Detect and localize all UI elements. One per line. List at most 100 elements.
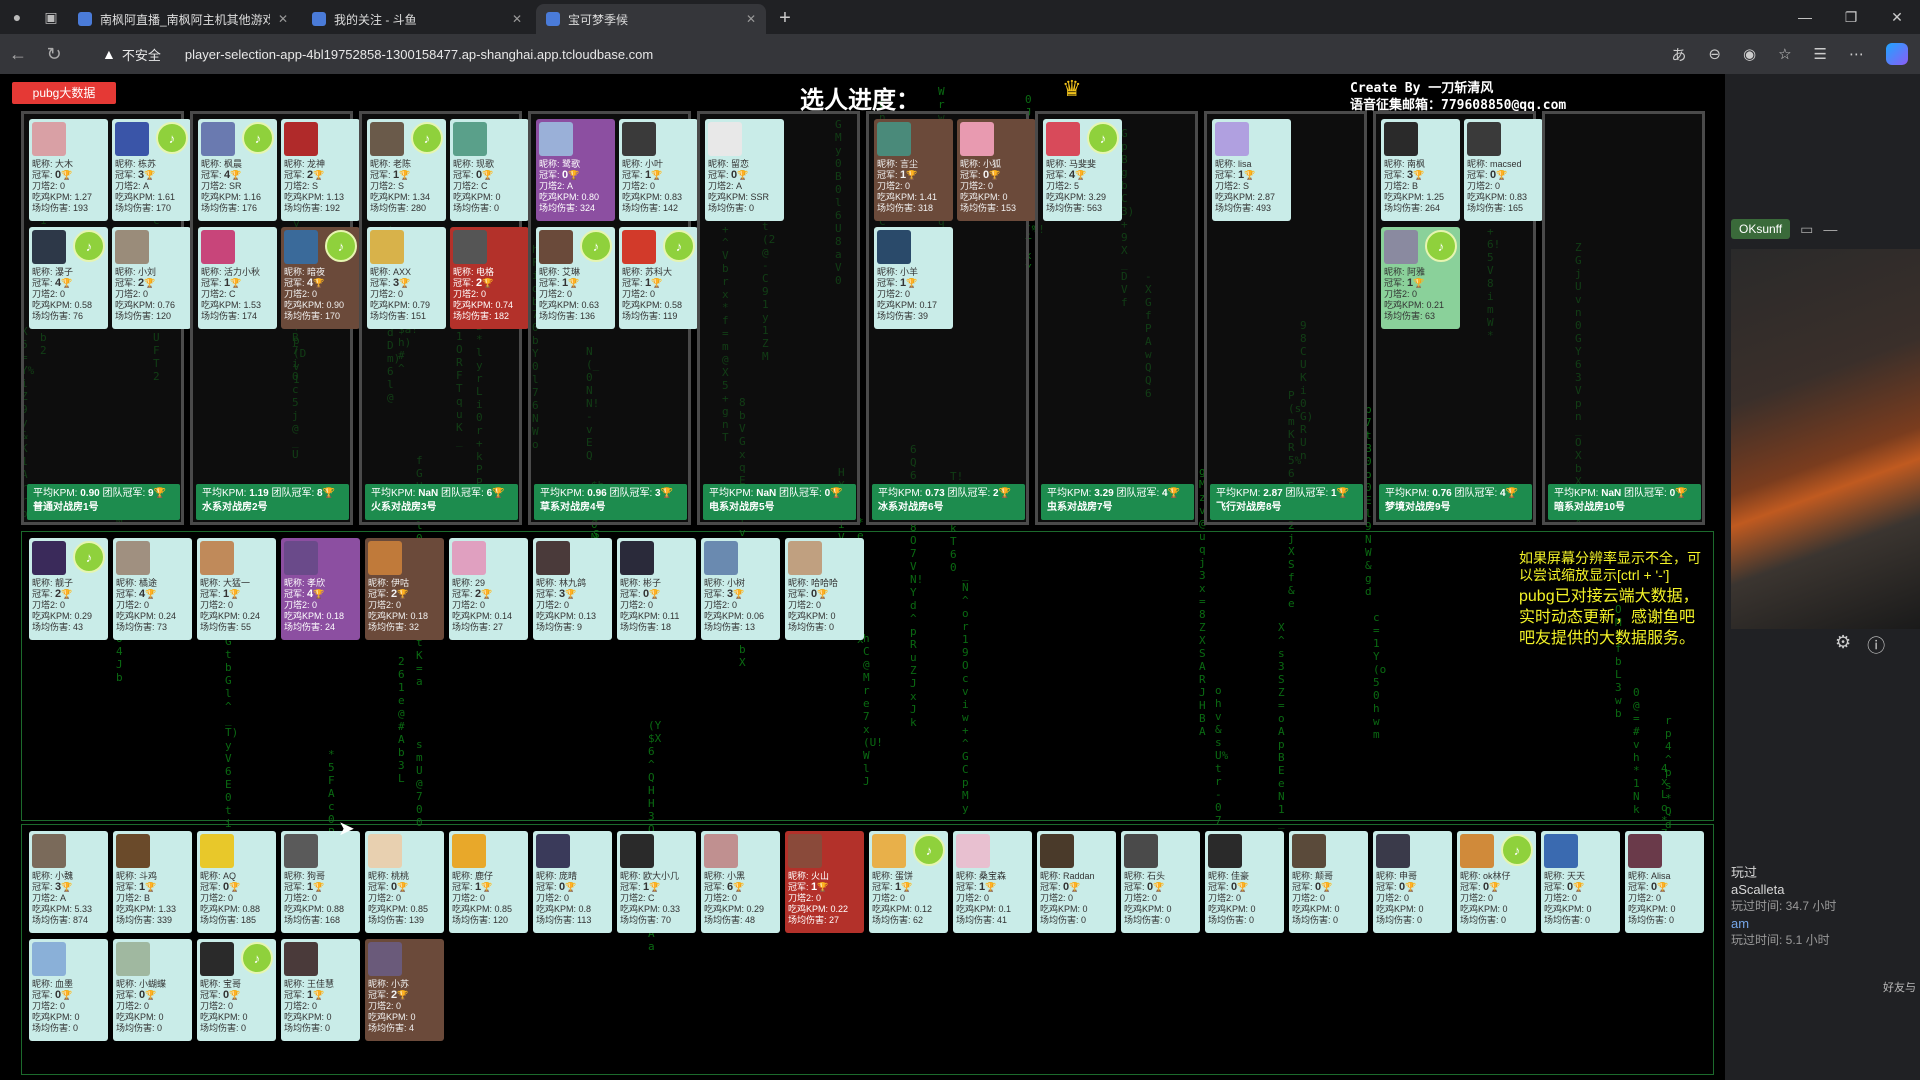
team-room[interactable]: ♪ 昵称: 马斐斐 冠军: 4🏆 刀塔2: 5 吃鸡KPM: 3.29 场均伤害: 563…: [1035, 111, 1198, 525]
tab-0[interactable]: 南枫阿直播_南枫阿主机其他游戏 ✕: [68, 4, 298, 34]
player-card[interactable]: 昵称: lisa 冠军: 1🏆 刀塔2: S 吃鸡KPM: 2.87 场均伤害: 493: [1212, 119, 1291, 221]
player-card[interactable]: 昵称: 鹭歌 冠军: 0🏆 刀塔2: A 吃鸡KPM: 0.80 场均伤害: 324: [536, 119, 615, 221]
team-room[interactable]: 平均KPM: NaN 团队冠军: 0🏆 暗系对战房10号: [1542, 111, 1705, 525]
security-indicator[interactable]: ▲ 不安全: [102, 45, 161, 64]
side-friends-label[interactable]: 好友与: [1883, 979, 1916, 995]
minimize-side-icon[interactable]: —: [1823, 221, 1837, 237]
player-card[interactable]: ♪ 昵称: 靓子 冠军: 2🏆 刀塔2: 0 吃鸡KPM: 0.29 场均伤害: 43: [29, 538, 108, 640]
player-card[interactable]: 昵称: AQ 冠军: 0🏆 刀塔2: 0 吃鸡KPM: 0.88 场均伤害: 185: [197, 831, 276, 933]
minimize-icon[interactable]: —: [1782, 0, 1828, 34]
player-card[interactable]: 昵称: 申哥 冠军: 0🏆 刀塔2: 0 吃鸡KPM: 0 场均伤害: 0: [1373, 831, 1452, 933]
player-card[interactable]: ♪ 昵称: ok林仔 冠军: 0🏆 刀塔2: 0 吃鸡KPM: 0 场均伤害: 0: [1457, 831, 1536, 933]
side-friend-name[interactable]: am: [1731, 915, 1836, 932]
player-card[interactable]: 昵称: 橘途 冠军: 4🏆 刀塔2: 0 吃鸡KPM: 0.24 场均伤害: 73: [113, 538, 192, 640]
maximize-icon[interactable]: ❐: [1828, 0, 1874, 34]
player-card[interactable]: 昵称: 王佳慧 冠军: 1🏆 刀塔2: 0 吃鸡KPM: 0 场均伤害: 0: [281, 939, 360, 1041]
close-icon[interactable]: ✕: [512, 12, 522, 26]
refresh-icon[interactable]: ↻: [36, 36, 72, 72]
player-card[interactable]: 昵称: 小树 冠军: 3🏆 刀塔2: 0 吃鸡KPM: 0.06 场均伤害: 13: [701, 538, 780, 640]
team-room[interactable]: 昵称: 大木 冠军: 0🏆 刀塔2: 0 吃鸡KPM: 1.27 场均伤害: 193 ♪ 昵…: [21, 111, 191, 525]
team-room[interactable]: 昵称: lisa 冠军: 1🏆 刀塔2: S 吃鸡KPM: 2.87 场均伤害: 493…: [1204, 111, 1367, 525]
profile-icon[interactable]: ●: [0, 0, 34, 34]
player-card[interactable]: 昵称: 29 冠军: 2🏆 刀塔2: 0 吃鸡KPM: 0.14 场均伤害: 27: [449, 538, 528, 640]
player-card[interactable]: 昵称: 言尘 冠军: 1🏆 刀塔2: 0 吃鸡KPM: 1.41 场均伤害: 318: [874, 119, 953, 221]
player-card[interactable]: 昵称: 大猛一 冠军: 1🏆 刀塔2: 0 吃鸡KPM: 0.24 场均伤害: 55: [197, 538, 276, 640]
speaker-icon[interactable]: ♪: [156, 122, 188, 154]
player-card[interactable]: 昵称: 天天 冠军: 0🏆 刀塔2: 0 吃鸡KPM: 0 场均伤害: 0: [1541, 831, 1620, 933]
player-card[interactable]: 昵称: 伊咕 冠军: 2🏆 刀塔2: 0 吃鸡KPM: 0.18 场均伤害: 32: [365, 538, 444, 640]
speaker-icon[interactable]: ♪: [580, 230, 612, 262]
back-arrow-icon[interactable]: ←: [0, 36, 36, 72]
player-card[interactable]: ♪ 昵称: 阿雅 冠军: 1🏆 刀塔2: 0 吃鸡KPM: 0.21 场均伤害: 63: [1381, 227, 1460, 329]
player-card[interactable]: 昵称: 大木 冠军: 0🏆 刀塔2: 0 吃鸡KPM: 1.27 场均伤害: 193: [29, 119, 108, 221]
speaker-icon[interactable]: ♪: [73, 230, 105, 262]
player-card[interactable]: 昵称: 斗鸡 冠军: 1🏆 刀塔2: B 吃鸡KPM: 1.33 场均伤害: 339: [113, 831, 192, 933]
speaker-icon[interactable]: ♪: [1501, 834, 1533, 866]
close-icon[interactable]: ✕: [746, 12, 756, 26]
info-icon[interactable]: ⓘ: [1867, 632, 1885, 658]
star-icon[interactable]: ☆: [1778, 45, 1791, 63]
player-card[interactable]: 昵称: 小苏 冠军: 2🏆 刀塔2: 0 吃鸡KPM: 0 场均伤害: 4: [365, 939, 444, 1041]
player-card[interactable]: 昵称: 电格 冠军: 2🏆 刀塔2: 0 吃鸡KPM: 0.74 场均伤害: 182: [450, 227, 529, 329]
player-card[interactable]: 昵称: 小刘 冠军: 2🏆 刀塔2: 0 吃鸡KPM: 0.76 场均伤害: 120: [112, 227, 191, 329]
player-card[interactable]: 昵称: 林九鸽 冠军: 3🏆 刀塔2: 0 吃鸡KPM: 0.13 场均伤害: 9: [533, 538, 612, 640]
zoom-icon[interactable]: ⊖: [1708, 45, 1721, 63]
player-card[interactable]: 昵称: 哈哈哈 冠军: 0🏆 刀塔2: 0 吃鸡KPM: 0 场均伤害: 0: [785, 538, 864, 640]
player-card[interactable]: 昵称: Alisa 冠军: 0🏆 刀塔2: 0 吃鸡KPM: 0 场均伤害: 0: [1625, 831, 1704, 933]
player-card[interactable]: ♪ 昵称: 瀑子 冠军: 4🏆 刀塔2: 0 吃鸡KPM: 0.58 场均伤害: 76: [29, 227, 108, 329]
player-card[interactable]: 昵称: 血墨 冠军: 0🏆 刀塔2: 0 吃鸡KPM: 0 场均伤害: 0: [29, 939, 108, 1041]
close-window-icon[interactable]: ✕: [1874, 0, 1920, 34]
pubg-bigdata-button[interactable]: pubg大数据: [12, 82, 116, 104]
speaker-icon[interactable]: ♪: [663, 230, 695, 262]
player-card[interactable]: 昵称: 石头 冠军: 0🏆 刀塔2: 0 吃鸡KPM: 0 场均伤害: 0: [1121, 831, 1200, 933]
player-card[interactable]: 昵称: 现歌 冠军: 0🏆 刀塔2: C 吃鸡KPM: 0 场均伤害: 0: [450, 119, 529, 221]
translate-icon[interactable]: あ: [1671, 44, 1686, 65]
player-card[interactable]: 昵称: 颠哥 冠军: 0🏆 刀塔2: 0 吃鸡KPM: 0 场均伤害: 0: [1289, 831, 1368, 933]
player-card[interactable]: ♪ 昵称: 栋苏 冠军: 3🏆 刀塔2: A 吃鸡KPM: 1.61 场均伤害: 170: [112, 119, 191, 221]
player-card[interactable]: ♪ 昵称: 蛋饼 冠军: 1🏆 刀塔2: 0 吃鸡KPM: 0.12 场均伤害: 62: [869, 831, 948, 933]
player-card[interactable]: ♪ 昵称: 暗夜 冠军: 4🏆 刀塔2: 0 吃鸡KPM: 0.90 场均伤害: 170: [281, 227, 360, 329]
more-icon[interactable]: ⋯: [1849, 45, 1864, 63]
player-card[interactable]: 昵称: 欧大小几 冠军: 1🏆 刀塔2: C 吃鸡KPM: 0.33 场均伤害: 70: [617, 831, 696, 933]
team-room[interactable]: 昵称: 言尘 冠军: 1🏆 刀塔2: 0 吃鸡KPM: 1.41 场均伤害: 318 昵称…: [866, 111, 1036, 525]
team-room[interactable]: ♪ 昵称: 枫晨 冠军: 4🏆 刀塔2: SR 吃鸡KPM: 1.16 场均伤害: 176…: [190, 111, 360, 525]
player-card[interactable]: 昵称: Raddan 冠军: 0🏆 刀塔2: 0 吃鸡KPM: 0 场均伤害: 0: [1037, 831, 1116, 933]
tab-1[interactable]: 我的关注 - 斗鱼 ✕: [302, 4, 532, 34]
player-card[interactable]: 昵称: 小黑 冠军: 6🏆 刀塔2: 0 吃鸡KPM: 0.29 场均伤害: 48: [701, 831, 780, 933]
player-card[interactable]: 昵称: 火山 冠军: 1🏆 刀塔2: 0 吃鸡KPM: 0.22 场均伤害: 27: [785, 831, 864, 933]
player-card[interactable]: 昵称: 留恋 冠军: 0🏆 刀塔2: A 吃鸡KPM: SSR 场均伤害: 0: [705, 119, 784, 221]
player-card[interactable]: 昵称: 狗哥 冠军: 1🏆 刀塔2: 0 吃鸡KPM: 0.88 场均伤害: 168: [281, 831, 360, 933]
tab-2[interactable]: 宝可梦季候 ✕: [536, 4, 766, 34]
player-card[interactable]: 昵称: 龙神 冠军: 2🏆 刀塔2: S 吃鸡KPM: 1.13 场均伤害: 192: [281, 119, 360, 221]
player-card[interactable]: 昵称: 小狐 冠军: 0🏆 刀塔2: 0 吃鸡KPM: 0 场均伤害: 153: [957, 119, 1036, 221]
team-room[interactable]: 昵称: 留恋 冠军: 0🏆 刀塔2: A 吃鸡KPM: SSR 场均伤害: 0 平均KPM…: [697, 111, 860, 525]
player-card[interactable]: 昵称: 小叶 冠军: 1🏆 刀塔2: 0 吃鸡KPM: 0.83 场均伤害: 142: [619, 119, 698, 221]
player-card[interactable]: 昵称: 庞晴 冠军: 0🏆 刀塔2: 0 吃鸡KPM: 0.8 场均伤害: 113: [533, 831, 612, 933]
close-icon[interactable]: ✕: [278, 12, 288, 26]
player-card[interactable]: 昵称: 鹿仔 冠军: 1🏆 刀塔2: 0 吃鸡KPM: 0.85 场均伤害: 120: [449, 831, 528, 933]
speaker-icon[interactable]: ♪: [241, 942, 273, 974]
speaker-icon[interactable]: ♪: [325, 230, 357, 262]
player-card[interactable]: 昵称: 小蝴蝶 冠军: 0🏆 刀塔2: 0 吃鸡KPM: 0 场均伤害: 0: [113, 939, 192, 1041]
speaker-icon[interactable]: ♪: [411, 122, 443, 154]
player-card[interactable]: ♪ 昵称: 马斐斐 冠军: 4🏆 刀塔2: 5 吃鸡KPM: 3.29 场均伤害: 563: [1043, 119, 1122, 221]
player-card[interactable]: 昵称: 佳豪 冠军: 0🏆 刀塔2: 0 吃鸡KPM: 0 场均伤害: 0: [1205, 831, 1284, 933]
monitor-icon[interactable]: ▭: [1800, 221, 1813, 238]
speaker-icon[interactable]: ♪: [242, 122, 274, 154]
player-card[interactable]: ♪ 昵称: 苏科大 冠军: 1🏆 刀塔2: 0 吃鸡KPM: 0.58 场均伤害: 119: [619, 227, 698, 329]
favorites-icon[interactable]: ☰: [1814, 45, 1827, 63]
team-room[interactable]: ♪ 昵称: 老陈 冠军: 1🏆 刀塔2: S 吃鸡KPM: 1.34 场均伤害: 280 昵…: [359, 111, 529, 525]
side-user-button[interactable]: OKsunff: [1731, 219, 1791, 239]
player-card[interactable]: 昵称: 孝欣 冠军: 4🏆 刀塔2: 0 吃鸡KPM: 0.18 场均伤害: 24: [281, 538, 360, 640]
speaker-icon[interactable]: ♪: [1087, 122, 1119, 154]
team-room[interactable]: 昵称: 鹭歌 冠军: 0🏆 刀塔2: A 吃鸡KPM: 0.80 场均伤害: 324 昵称…: [528, 111, 698, 525]
player-card[interactable]: ♪ 昵称: 宝哥 冠军: 0🏆 刀塔2: 0 吃鸡KPM: 0 场均伤害: 0: [197, 939, 276, 1041]
player-card[interactable]: 昵称: 南枫 冠军: 3🏆 刀塔2: B 吃鸡KPM: 1.25 场均伤害: 264: [1381, 119, 1460, 221]
copilot-icon[interactable]: [1886, 43, 1908, 65]
player-card[interactable]: 昵称: 彬子 冠军: 0🏆 刀塔2: 0 吃鸡KPM: 0.11 场均伤害: 18: [617, 538, 696, 640]
player-card[interactable]: 昵称: 小魏 冠军: 3🏆 刀塔2: A 吃鸡KPM: 5.33 场均伤害: 874: [29, 831, 108, 933]
url-field[interactable]: player-selection-app-4bl19752858-1300158…: [185, 47, 653, 62]
speaker-icon[interactable]: ♪: [1425, 230, 1457, 262]
gear-icon[interactable]: ⚙: [1835, 632, 1851, 658]
speaker-icon[interactable]: ♪: [913, 834, 945, 866]
